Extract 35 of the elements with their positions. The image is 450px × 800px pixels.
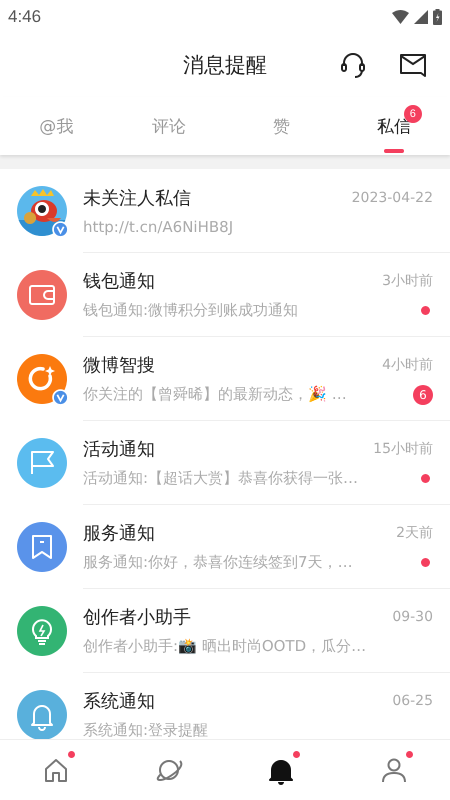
- battery-icon: [433, 8, 442, 24]
- message-time: 3小时前: [382, 272, 433, 290]
- message-preview: 钱包通知:微博积分到账成功通知: [83, 301, 298, 320]
- sender-name: 活动通知: [83, 438, 155, 461]
- message-preview: 活动通知:【超话大赏】恭喜你获得一张…: [83, 469, 358, 488]
- unread-count-badge: 6: [413, 384, 433, 404]
- sender-name: 钱包通知: [83, 270, 155, 293]
- headset-icon: [338, 50, 368, 80]
- signal-icon: [414, 10, 428, 24]
- message-preview: 创作者小助手:📸 晒出时尚OOTD，瓜分…: [83, 637, 366, 656]
- message-time: 06-25: [392, 693, 433, 709]
- message-item[interactable]: 微博智搜 4小时前 你关注的【曾舜晞】的最新动态，🎉 … 6: [0, 337, 450, 421]
- sender-name: 微博智搜: [83, 354, 155, 376]
- page-title: 消息提醒: [182, 52, 268, 79]
- message-time: 2023-04-22: [352, 190, 433, 206]
- message-time: 4小时前: [382, 356, 433, 374]
- sender-name: 创作者小助手: [83, 606, 191, 629]
- message-item[interactable]: 未关注人私信 2023-04-22 http://t.cn/A6NiHB8J: [0, 169, 450, 253]
- message-time: 15小时前: [373, 440, 433, 458]
- status-time: 4:46: [8, 6, 42, 26]
- message-item[interactable]: 服务通知 2天前 服务通知:你好，恭喜你连续签到7天，…: [0, 505, 450, 589]
- sender-name: 系统通知: [83, 690, 155, 713]
- message-preview: 服务通知:你好，恭喜你连续签到7天，…: [83, 553, 353, 572]
- wifi-icon: [392, 10, 409, 24]
- sender-name: 服务通知: [83, 522, 155, 545]
- message-item[interactable]: 钱包通知 3小时前 钱包通知:微博积分到账成功通知: [0, 253, 450, 337]
- message-item[interactable]: 活动通知 15小时前 活动通知:【超话大赏】恭喜你获得一张…: [0, 421, 450, 505]
- sender-name: 未关注人私信: [83, 186, 191, 210]
- message-time: 09-30: [392, 609, 433, 625]
- message-preview: 你关注的【曾舜晞】的最新动态，🎉 …: [83, 385, 347, 404]
- tab-indicator: [384, 149, 404, 153]
- message-preview: 系统通知:登录提醒: [83, 721, 208, 739]
- message-item[interactable]: 创作者小助手 09-30 创作者小助手:📸 晒出时尚OOTD，瓜分…: [0, 589, 450, 673]
- message-preview: http://t.cn/A6NiHB8J: [83, 218, 234, 236]
- message-time: 2天前: [396, 524, 433, 542]
